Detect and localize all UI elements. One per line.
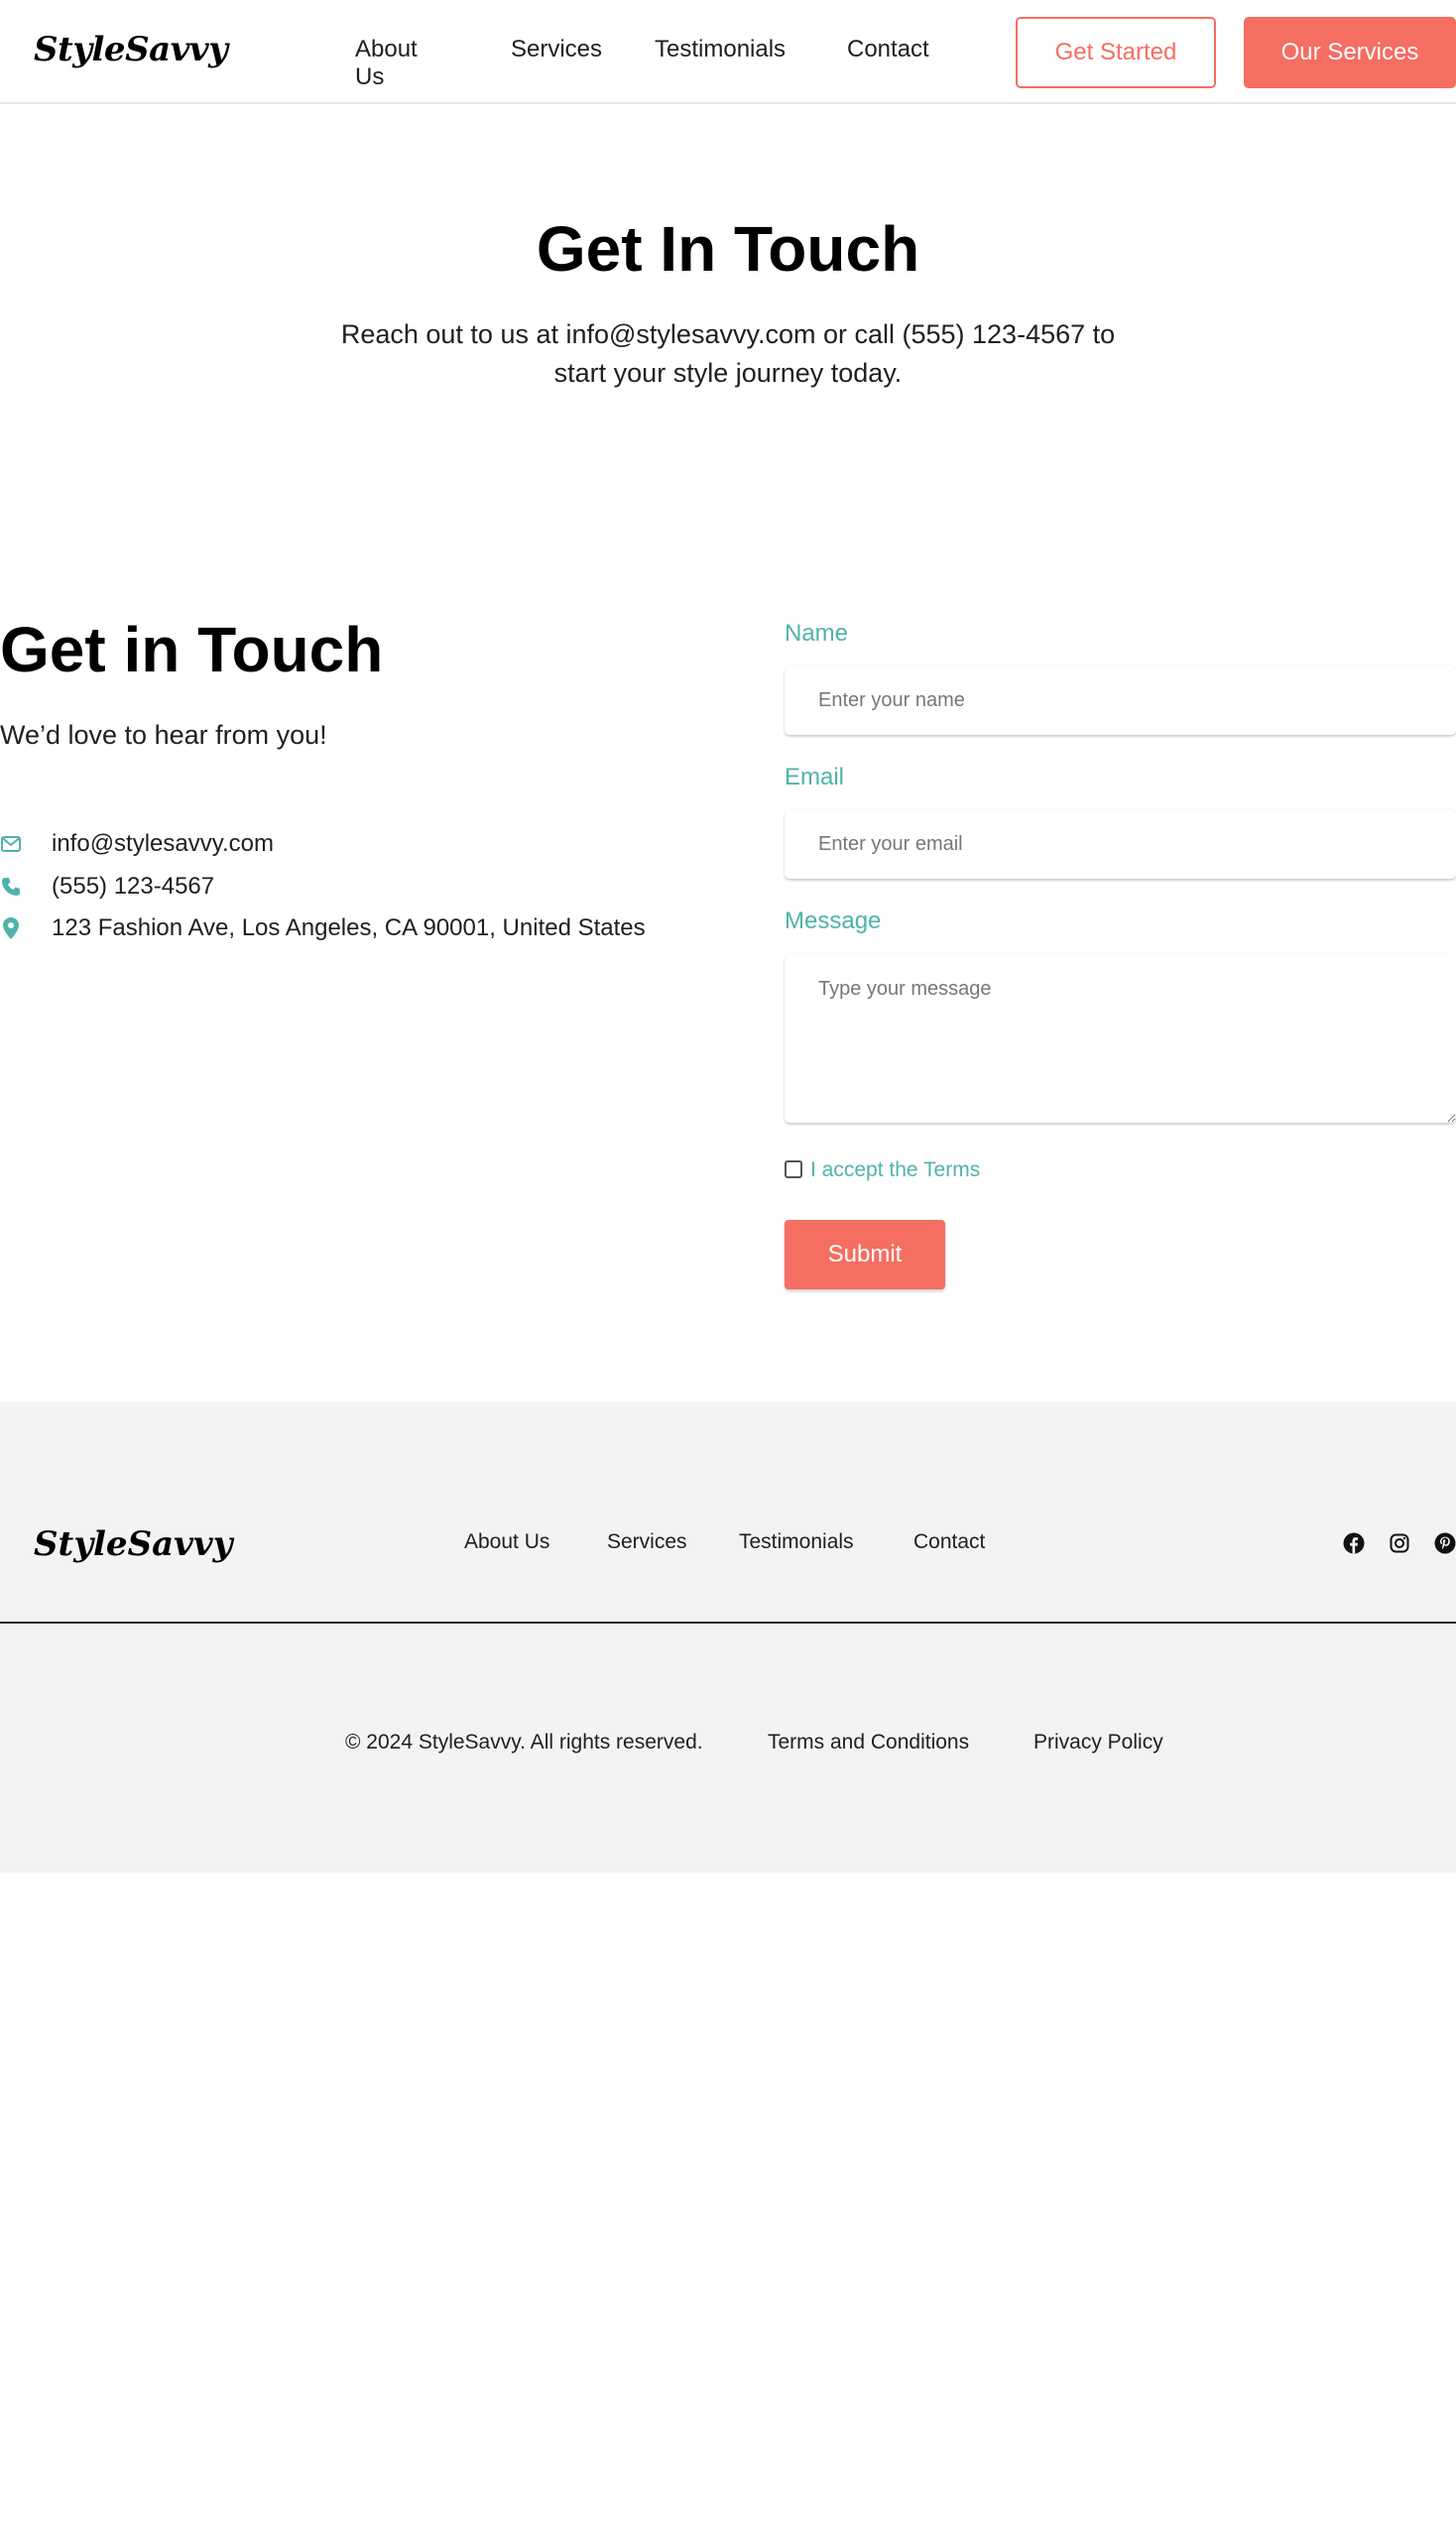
map-pin-icon (0, 917, 22, 939)
contact-phone-row: (555) 123-4567 (0, 873, 214, 900)
site-header: StyleSavvy About Us Services Testimonial… (0, 0, 1456, 104)
name-input[interactable] (785, 665, 1456, 735)
email-input[interactable] (785, 809, 1456, 879)
footer-nav-testimonials[interactable]: Testimonials (739, 1530, 854, 1554)
footer-nav-services[interactable]: Services (607, 1530, 687, 1554)
facebook-icon[interactable] (1342, 1531, 1366, 1555)
contact-email-row: info@stylesavvy.com (0, 830, 274, 857)
terms-link[interactable]: Terms and Conditions (768, 1731, 969, 1754)
message-label: Message (785, 907, 882, 934)
nav-services[interactable]: Services (511, 36, 602, 63)
site-footer: StyleSavvy About Us Services Testimonial… (0, 1401, 1456, 1873)
footer-divider (0, 1622, 1456, 1624)
logo[interactable]: StyleSavvy (34, 30, 228, 69)
contact-address: 123 Fashion Ave, Los Angeles, CA 90001, … (52, 914, 646, 941)
contact-title: Get in Touch (0, 614, 384, 685)
email-label: Email (785, 764, 845, 790)
get-started-button[interactable]: Get Started (1016, 17, 1216, 88)
contact-address-row: 123 Fashion Ave, Los Angeles, CA 90001, … (0, 914, 646, 941)
nav-contact[interactable]: Contact (847, 36, 929, 63)
footer-logo[interactable]: StyleSavvy (34, 1524, 232, 1564)
contact-email[interactable]: info@stylesavvy.com (52, 830, 274, 858)
hero-subtitle: Reach out to us at info@stylesavvy.com o… (340, 319, 1116, 388)
phone-icon (0, 876, 22, 898)
contact-phone[interactable]: (555) 123-4567 (52, 873, 214, 901)
footer-nav-contact[interactable]: Contact (913, 1530, 985, 1554)
our-services-button[interactable]: Our Services (1244, 17, 1456, 88)
name-label: Name (785, 620, 849, 647)
message-textarea[interactable] (785, 954, 1456, 1123)
nav-about-us[interactable]: About Us (355, 36, 418, 91)
pinterest-icon[interactable] (1433, 1531, 1456, 1555)
instagram-icon[interactable] (1388, 1531, 1411, 1555)
hero-title: Get In Touch (536, 213, 920, 285)
terms-checkbox[interactable] (785, 1160, 802, 1178)
terms-label[interactable]: I accept the Terms (810, 1158, 980, 1182)
submit-button[interactable]: Submit (785, 1220, 945, 1289)
nav-testimonials[interactable]: Testimonials (655, 36, 786, 63)
contact-subtitle: We’d love to hear from you! (0, 720, 327, 750)
copyright-text: © 2024 StyleSavvy. All rights reserved. (345, 1731, 703, 1753)
privacy-link[interactable]: Privacy Policy (1033, 1731, 1163, 1754)
envelope-icon (0, 833, 22, 855)
footer-nav-about-us[interactable]: About Us (464, 1530, 549, 1554)
